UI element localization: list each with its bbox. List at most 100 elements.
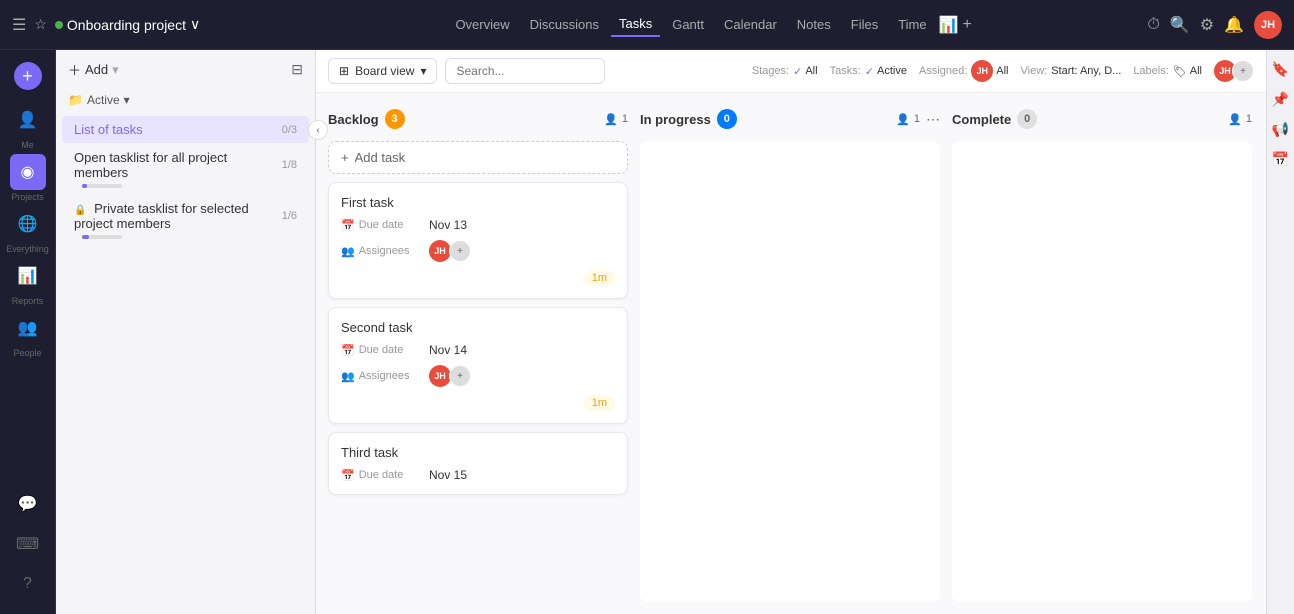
- view-filter[interactable]: View: Start: Any, D...: [1021, 65, 1122, 77]
- filter-button[interactable]: ⊟: [291, 61, 303, 78]
- sidebar-item-me[interactable]: 👤 Me: [10, 102, 46, 150]
- sidebar-item-reports[interactable]: 📊 Reports: [10, 258, 46, 306]
- task-assignees-field: 👥 Assignees JH +: [341, 240, 615, 262]
- topbar: ☰ ☆ Onboarding project ∨ Overview Discus…: [0, 0, 1294, 50]
- collapse-sidebar-button[interactable]: ‹: [308, 120, 328, 140]
- chevron-icon: ▾: [112, 62, 119, 78]
- chevron-down-icon: ▾: [124, 93, 130, 107]
- assignee-avatars: JH +: [429, 240, 471, 262]
- me-icon[interactable]: 👤: [10, 102, 46, 138]
- calendar-icon: 📅: [341, 344, 355, 357]
- column-in-progress: In progress 0 👤 1 ⋯: [640, 105, 940, 602]
- tasks-filter[interactable]: Tasks: ✓ Active: [830, 65, 907, 78]
- calendar-icon: 📅: [341, 219, 355, 232]
- toolbar-avatar-plus[interactable]: +: [1232, 60, 1254, 82]
- topbar-left: ☰ ☆ Onboarding project ∨: [12, 15, 272, 35]
- add-item-button[interactable]: ＋ Add ▾: [68, 60, 119, 79]
- tasklist-item-3[interactable]: 🔒 Private tasklist for selected project …: [62, 195, 309, 245]
- project-name[interactable]: Onboarding project ∨: [55, 16, 200, 33]
- settings-icon[interactable]: ⚙: [1200, 15, 1214, 35]
- task-card-second[interactable]: Second task 📅 Due date Nov 14 👥 Assignee…: [328, 307, 628, 424]
- tasklist-item-2[interactable]: Open tasklist for all project members 1/…: [62, 144, 309, 194]
- chevron-icon: ▾: [420, 64, 426, 78]
- chevron-down-icon: ∨: [190, 16, 200, 33]
- calendar-icon: 📅: [341, 469, 355, 482]
- board-view-button[interactable]: ⊞ Board view ▾: [328, 58, 437, 84]
- assigned-filter[interactable]: Assigned: JH All: [919, 60, 1009, 82]
- add-assignee-button[interactable]: +: [449, 240, 471, 262]
- megaphone-icon[interactable]: 📢: [1270, 118, 1292, 140]
- task-footer: 1m: [341, 270, 615, 286]
- folder-icon: 📁: [68, 93, 83, 107]
- projects-icon[interactable]: ◉: [10, 154, 46, 190]
- assigned-avatar: JH: [971, 60, 993, 82]
- people-icon[interactable]: 👥: [10, 310, 46, 346]
- search-icon[interactable]: 🔍: [1170, 15, 1190, 35]
- topbar-nav: Overview Discussions Tasks Gantt Calenda…: [280, 12, 1139, 37]
- column-complete: Complete 0 👤 1: [952, 105, 1252, 602]
- bookmark-icon[interactable]: 🔖: [1270, 58, 1292, 80]
- add-button[interactable]: +: [14, 62, 42, 90]
- labels-filter[interactable]: Labels: 🏷 All: [1133, 65, 1202, 78]
- star-icon[interactable]: ☆: [34, 16, 47, 33]
- project-sidebar: ＋ Add ▾ ⊟ 📁 Active ▾ List of tasks 0/3 O…: [56, 50, 316, 614]
- sidebar-item-everything[interactable]: 🌐 Everything: [6, 206, 49, 254]
- nav-time[interactable]: Time: [890, 13, 934, 36]
- column-header-inprogress: In progress 0 👤 1 ⋯: [640, 105, 940, 133]
- chart-icon[interactable]: 📊: [939, 15, 959, 35]
- lock-icon: 🔒: [74, 205, 86, 216]
- board-icon: ⊞: [339, 64, 349, 78]
- clock-icon[interactable]: ⏱: [1147, 16, 1159, 34]
- sidebar-item-projects[interactable]: ◉ Projects: [10, 154, 46, 202]
- column-header-backlog: Backlog 3 👤 1: [328, 105, 628, 133]
- add-icon[interactable]: +: [963, 16, 972, 34]
- nav-calendar[interactable]: Calendar: [716, 13, 785, 36]
- me-label: Me: [21, 140, 34, 150]
- assignees-icon: 👥: [341, 370, 355, 383]
- pin-icon[interactable]: 📌: [1270, 88, 1292, 110]
- nav-overview[interactable]: Overview: [447, 13, 517, 36]
- nav-discussions[interactable]: Discussions: [522, 13, 607, 36]
- user-avatar[interactable]: JH: [1254, 11, 1282, 39]
- nav-files[interactable]: Files: [843, 13, 886, 36]
- assignee-avatars-2: JH +: [429, 365, 471, 387]
- task-due-date-field-3: 📅 Due date Nov 15: [341, 468, 615, 482]
- column-more-button[interactable]: ⋯: [926, 111, 940, 128]
- task-due-date-field: 📅 Due date Nov 13: [341, 218, 615, 232]
- everything-icon[interactable]: 🌐: [10, 206, 46, 242]
- nav-notes[interactable]: Notes: [789, 13, 839, 36]
- sidebar-item-people[interactable]: 👥 People: [10, 310, 46, 358]
- add-assignee-button-2[interactable]: +: [449, 365, 471, 387]
- assignee-avatar: JH: [429, 240, 451, 262]
- empty-column-inprogress: [640, 141, 940, 602]
- nav-tasks[interactable]: Tasks: [611, 12, 660, 37]
- task-due-date-field-2: 📅 Due date Nov 14: [341, 343, 615, 357]
- task-assignees-field-2: 👥 Assignees JH +: [341, 365, 615, 387]
- column-user-count-3: 👤 1: [1228, 113, 1252, 126]
- column-backlog: Backlog 3 👤 1 + Add task First task 📅 D: [328, 105, 628, 602]
- reports-icon[interactable]: 📊: [10, 258, 46, 294]
- help-icon[interactable]: ?: [10, 566, 46, 602]
- chat-icon[interactable]: 💬: [10, 486, 46, 522]
- toolbar-avatars: JH +: [1214, 60, 1254, 82]
- topbar-right: ⏱ 🔍 ⚙ 🔔 JH: [1147, 11, 1282, 39]
- board-view: Backlog 3 👤 1 + Add task First task 📅 D: [316, 93, 1294, 614]
- assignees-icon: 👥: [341, 245, 355, 258]
- nav-gantt[interactable]: Gantt: [664, 13, 712, 36]
- task-card-first[interactable]: First task 📅 Due date Nov 13 👥 Assignees…: [328, 182, 628, 299]
- left-sidebar: + 👤 Me ◉ Projects 🌐 Everything 📊 Reports…: [0, 50, 56, 614]
- column-header-complete: Complete 0 👤 1: [952, 105, 1252, 133]
- active-section-label[interactable]: 📁 Active ▾: [56, 89, 315, 115]
- keyboard-icon[interactable]: ⌨: [10, 526, 46, 562]
- search-input[interactable]: [445, 58, 605, 84]
- plus-icon: +: [341, 150, 349, 165]
- stages-filter[interactable]: Stages: ✓ All: [752, 65, 818, 78]
- task-card-third[interactable]: Third task 📅 Due date Nov 15: [328, 432, 628, 495]
- tasklist-item-1[interactable]: List of tasks 0/3: [62, 116, 309, 143]
- hamburger-icon[interactable]: ☰: [12, 15, 26, 35]
- right-sidebar: 🔖 📌 📢 📅: [1266, 50, 1294, 614]
- empty-column-complete: [952, 141, 1252, 602]
- calendar-icon[interactable]: 📅: [1270, 148, 1292, 170]
- bell-icon[interactable]: 🔔: [1224, 15, 1244, 35]
- add-task-backlog-button[interactable]: + Add task: [328, 141, 628, 174]
